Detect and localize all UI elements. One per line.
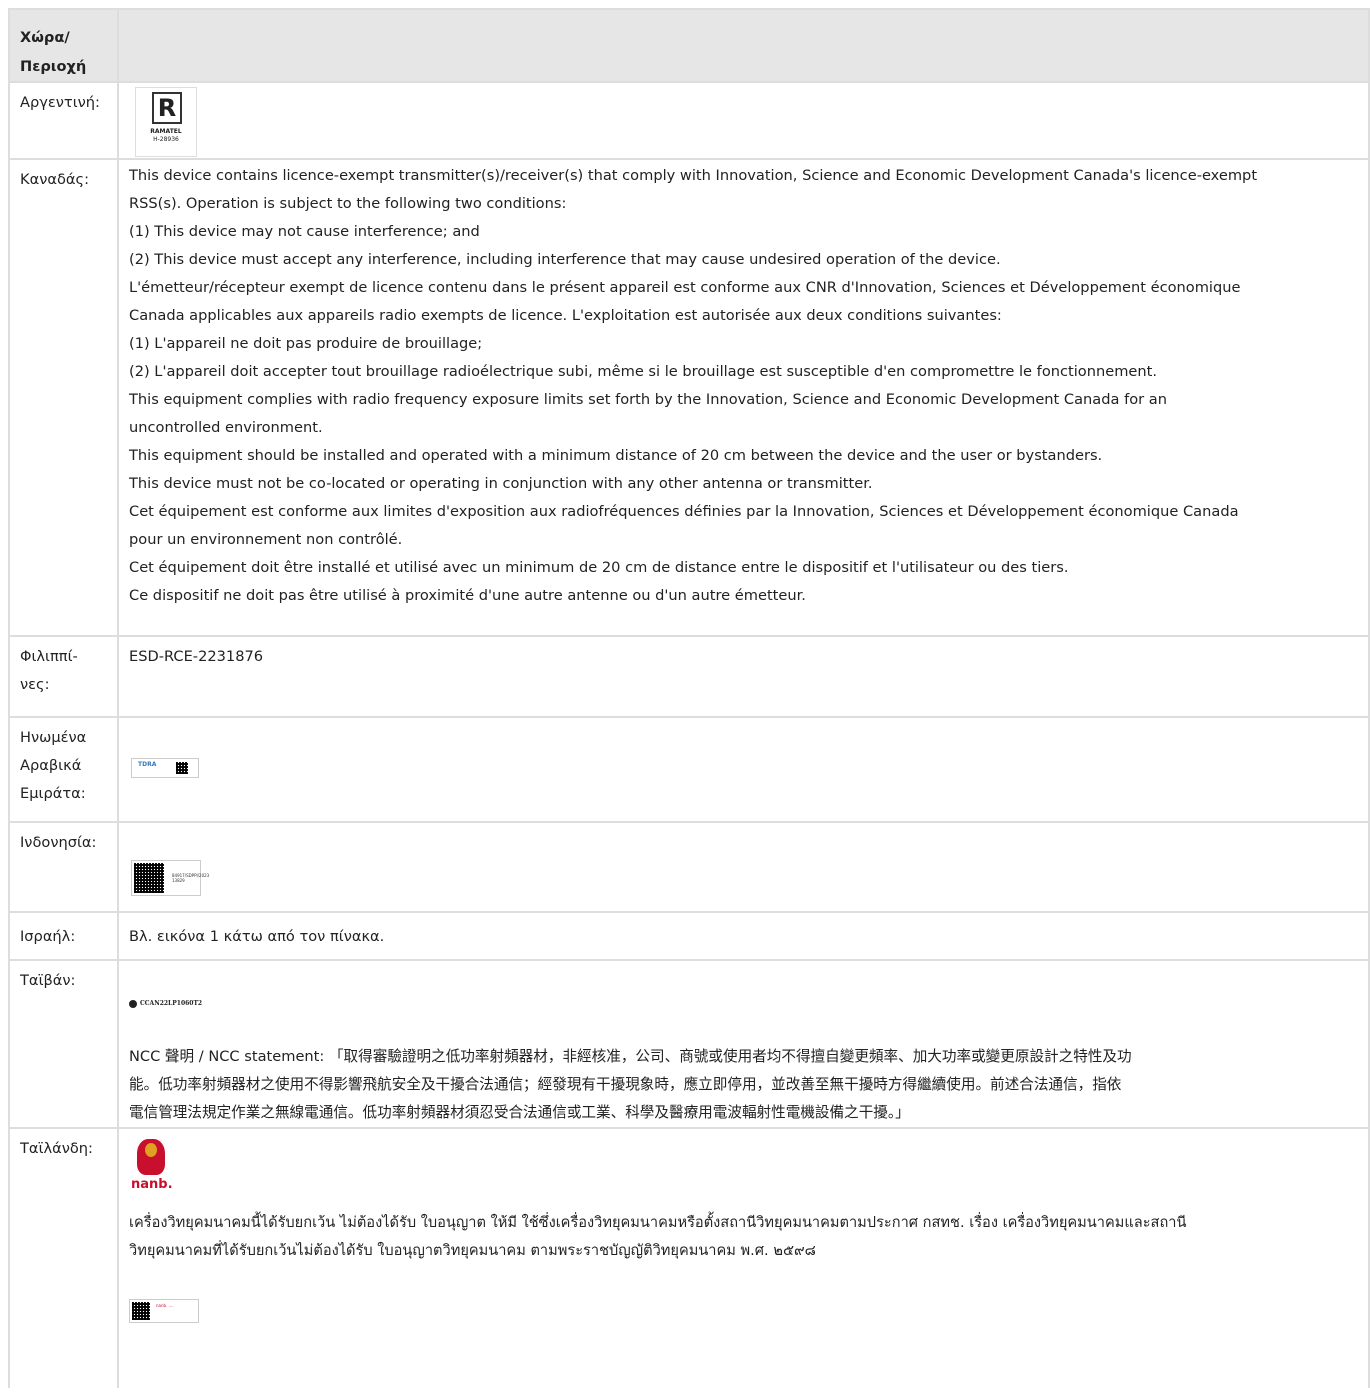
content-cell: TDRA xyxy=(117,716,1370,823)
canada-line: Canada applicables aux appareils radio e… xyxy=(129,307,1002,324)
nbtc-label: nanb. .... xyxy=(129,1299,199,1323)
table-row: Ισραήλ: Βλ. εικόνα 1 κάτω από τον πίνακα… xyxy=(8,911,1370,961)
sdppi-label: 84917/SDPPI/2023 13829 xyxy=(131,860,209,896)
canada-line: (1) This device may not cause interferen… xyxy=(129,223,480,240)
country-label: Καναδάς: xyxy=(20,171,89,188)
country-cell: Αργεντινή: xyxy=(8,81,119,160)
philippines-code: ESD-RCE-2231876 xyxy=(129,648,264,665)
country-label-cont: Αραβικά xyxy=(20,757,82,774)
content-cell: 84917/SDPPI/2023 13829 xyxy=(117,821,1370,913)
canada-line: Ce dispositif ne doit pas être utilisé à… xyxy=(129,587,806,604)
table-row: Ταϊλάνδη: nanb. เครื่องวิทยุคมนาคมนี้ได้… xyxy=(8,1127,1370,1388)
taiwan-line: 電信管理法規定作業之無線電通信。低功率射頻器材須忍受合法通信或工業、科學及醫療用… xyxy=(129,1104,910,1121)
ncc-mark-icon xyxy=(129,999,137,1008)
taiwan-line: 能。低功率射頻器材之使用不得影響飛航安全及干擾合法通信；經發現有干擾現象時，應立… xyxy=(129,1076,1122,1093)
nbtc-logo-text: nanb. xyxy=(131,1177,173,1192)
country-label-cont: νες: xyxy=(20,676,50,693)
country-cell: Ισραήλ: xyxy=(8,911,119,961)
canada-line: Cet équipement est conforme aux limites … xyxy=(129,503,1239,520)
qr-code-icon xyxy=(132,1302,150,1320)
header-empty xyxy=(117,8,1370,83)
country-label: Ινδονησία: xyxy=(20,834,97,851)
country-cell: Ταϊβάν: xyxy=(8,959,119,1129)
country-label: Φιλιππί- xyxy=(20,648,78,665)
table-row: Καναδάς: This device contains licence-ex… xyxy=(8,158,1370,637)
table-row: Ινδονησία: 84917/SDPPI/2023 13829 xyxy=(8,821,1370,913)
content-cell: Βλ. εικόνα 1 κάτω από τον πίνακα. xyxy=(117,911,1370,961)
country-label: Ταϊβάν: xyxy=(20,972,76,989)
table-header-row: Χώρα/ Περιοχή xyxy=(8,8,1370,83)
country-label: Ταϊλάνδη: xyxy=(20,1140,93,1157)
table-row: Ηνωμένα Αραβικά Εμιράτα: TDRA xyxy=(8,716,1370,823)
thailand-line: วิทยุคมนาคมที่ได้รับยกเว้นไม่ต้องได้รับ … xyxy=(129,1242,816,1259)
ramatel-code: H-28936 xyxy=(153,136,179,143)
table-row: Φιλιππί- νες: ESD-RCE-2231876 xyxy=(8,635,1370,718)
canada-line: This device must not be co-located or op… xyxy=(129,475,873,492)
country-label: Ηνωμένα xyxy=(20,729,87,746)
country-cell: Φιλιππί- νες: xyxy=(8,635,119,718)
ncc-logo: CCAN22LP1060T2 xyxy=(129,997,1360,1011)
canada-line: (2) This device must accept any interfer… xyxy=(129,251,1001,268)
ramatel-text: RAMATEL xyxy=(150,128,182,135)
canada-line: RSS(s). Operation is subject to the foll… xyxy=(129,195,567,212)
qr-code-icon xyxy=(176,762,188,774)
nbtc-garuda-logo: nanb. xyxy=(131,1139,173,1195)
sdppi-code: 84917/SDPPI/2023 13829 xyxy=(172,873,210,883)
israel-note: Βλ. εικόνα 1 κάτω από τον πίνακα. xyxy=(129,928,385,945)
country-cell: Ινδονησία: xyxy=(8,821,119,913)
nbtc-label-text: nanb. .... xyxy=(156,1303,174,1308)
table-row: Ταϊβάν: CCAN22LP1060T2 NCC 聲明 / NCC stat… xyxy=(8,959,1370,1129)
canada-line: This equipment complies with radio frequ… xyxy=(129,391,1167,408)
canada-line: (2) L'appareil doit accepter tout brouil… xyxy=(129,363,1158,380)
country-cell: Ταϊλάνδη: xyxy=(8,1127,119,1388)
header-country-region: Χώρα/ Περιοχή xyxy=(8,8,119,83)
content-cell: ESD-RCE-2231876 xyxy=(117,635,1370,718)
taiwan-line: NCC 聲明 / NCC statement: 「取得審驗證明之低功率射頻器材，… xyxy=(129,1048,1132,1065)
canada-line: pour un environnement non contrôlé. xyxy=(129,531,403,548)
header-label: Χώρα/ Περιοχή xyxy=(20,29,87,75)
qr-code-icon xyxy=(134,863,164,893)
ramatel-logo: R RAMATEL H-28936 xyxy=(135,87,197,157)
country-cell: Καναδάς: xyxy=(8,158,119,637)
canada-line: This device contains licence-exempt tran… xyxy=(129,167,1258,184)
tdra-label: TDRA xyxy=(131,758,199,778)
content-cell: CCAN22LP1060T2 NCC 聲明 / NCC statement: 「… xyxy=(117,959,1370,1129)
country-cell: Ηνωμένα Αραβικά Εμιράτα: xyxy=(8,716,119,823)
canada-line: Cet équipement doit être installé et uti… xyxy=(129,559,1069,576)
country-label: Ισραήλ: xyxy=(20,928,76,945)
tdra-logo-text: TDRA xyxy=(138,761,157,768)
garuda-crown-icon xyxy=(145,1143,157,1157)
content-cell: This device contains licence-exempt tran… xyxy=(117,158,1370,637)
canada-line: L'émetteur/récepteur exempt de licence c… xyxy=(129,279,1241,296)
content-cell: nanb. เครื่องวิทยุคมนาคมนี้ได้รับยกเว้น … xyxy=(117,1127,1370,1388)
content-cell: R RAMATEL H-28936 xyxy=(117,81,1370,160)
canada-line: This equipment should be installed and o… xyxy=(129,447,1103,464)
country-label: Αργεντινή: xyxy=(20,94,100,111)
canada-line: uncontrolled environment. xyxy=(129,419,323,436)
canada-line: (1) L'appareil ne doit pas produire de b… xyxy=(129,335,483,352)
thailand-line: เครื่องวิทยุคมนาคมนี้ได้รับยกเว้น ไม่ต้อ… xyxy=(129,1214,1187,1231)
regulatory-table: Χώρα/ Περιοχή Αργεντινή: R RAMATEL H-289… xyxy=(8,8,1370,1388)
ramatel-mark: R xyxy=(152,92,182,124)
table-row: Αργεντινή: R RAMATEL H-28936 xyxy=(8,81,1370,160)
ncc-id: CCAN22LP1060T2 xyxy=(140,1000,203,1007)
country-label-cont: Εμιράτα: xyxy=(20,785,86,802)
